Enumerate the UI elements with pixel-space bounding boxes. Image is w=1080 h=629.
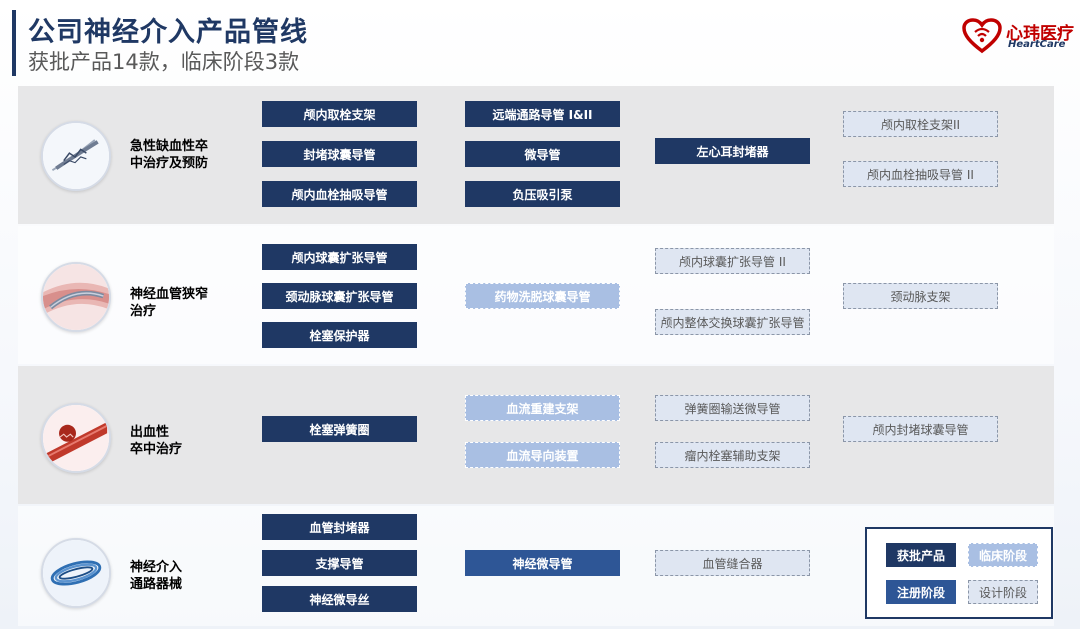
status-legend: 获批产品 临床阶段 注册阶段 设计阶段	[865, 527, 1053, 619]
product-vascular-closure: 血管封堵器	[262, 514, 417, 540]
page-subtitle: 获批产品14款，临床阶段3款	[28, 50, 300, 74]
product-aspiration-pump: 负压吸引泵	[465, 181, 620, 207]
product-aspiration-catheter: 颅内血栓抽吸导管	[262, 181, 417, 207]
product-flow-diverter: 血流导向装置	[465, 442, 620, 468]
product-laa-occluder: 左心耳封堵器	[655, 138, 810, 164]
category-label-access: 神经介入 通路器械	[130, 560, 183, 592]
product-carotid-balloon-catheter: 颈动脉球囊扩张导管	[262, 283, 417, 309]
product-drug-eluting-balloon: 药物洗脱球囊导管	[465, 283, 620, 309]
product-intracranial-balloon-ii: 颅内球囊扩张导管 II	[655, 248, 810, 274]
legend-registration: 注册阶段	[886, 580, 956, 604]
guidewire-coil-icon	[41, 538, 111, 608]
company-logo: 心玮医疗 HeartCare	[962, 16, 1077, 56]
category-label-ischemic: 急性缺血性卒 中治疗及预防	[130, 139, 209, 171]
product-stent-retriever-ii: 颅内取栓支架II	[843, 111, 998, 137]
legend-approved: 获批产品	[886, 543, 956, 567]
product-intracranial-stent-retriever: 颅内取栓支架	[262, 101, 417, 127]
title-accent-bar	[12, 10, 16, 76]
product-microcatheter: 微导管	[465, 141, 620, 167]
page-title: 公司神经介入产品管线	[28, 17, 308, 48]
product-distal-access-catheter: 远端通路导管 I&II	[465, 101, 620, 127]
stent-retriever-icon	[41, 121, 111, 191]
product-vascular-suture: 血管缝合器	[655, 550, 810, 576]
product-coil-delivery-microcatheter: 弹簧圈输送微导管	[655, 395, 810, 421]
product-embolic-protection: 栓塞保护器	[262, 322, 417, 348]
product-coil-assist-stent: 瘤内栓塞辅助支架	[655, 442, 810, 468]
product-carotid-stent: 颈动脉支架	[843, 283, 998, 309]
product-balloon-guide-catheter: 封堵球囊导管	[262, 141, 417, 167]
product-embolic-coil: 栓塞弹簧圈	[262, 416, 417, 442]
product-neuro-guidewire: 神经微导丝	[262, 586, 417, 612]
product-aspiration-catheter-ii: 颅内血栓抽吸导管 II	[843, 161, 998, 187]
legend-design: 设计阶段	[968, 580, 1038, 604]
product-intracranial-occlusion-balloon: 颅内封堵球囊导管	[843, 416, 998, 442]
legend-clinical: 临床阶段	[968, 543, 1038, 567]
vessel-stenosis-icon	[41, 262, 111, 332]
heart-logo-icon	[962, 18, 1002, 54]
product-exchange-balloon-catheter: 颅内整体交换球囊扩张导管	[655, 309, 810, 335]
product-intracranial-balloon-catheter: 颅内球囊扩张导管	[262, 244, 417, 270]
product-revascularization-stent: 血流重建支架	[465, 395, 620, 421]
product-neuro-microcatheter: 神经微导管	[465, 550, 620, 576]
product-support-catheter: 支撑导管	[262, 550, 417, 576]
logo-name-en: HeartCare	[1008, 39, 1066, 50]
category-label-stenosis: 神经血管狭窄 治疗	[130, 287, 209, 319]
aneurysm-icon	[41, 403, 111, 473]
category-label-hemorrhagic: 出血性 卒中治疗	[130, 425, 183, 457]
